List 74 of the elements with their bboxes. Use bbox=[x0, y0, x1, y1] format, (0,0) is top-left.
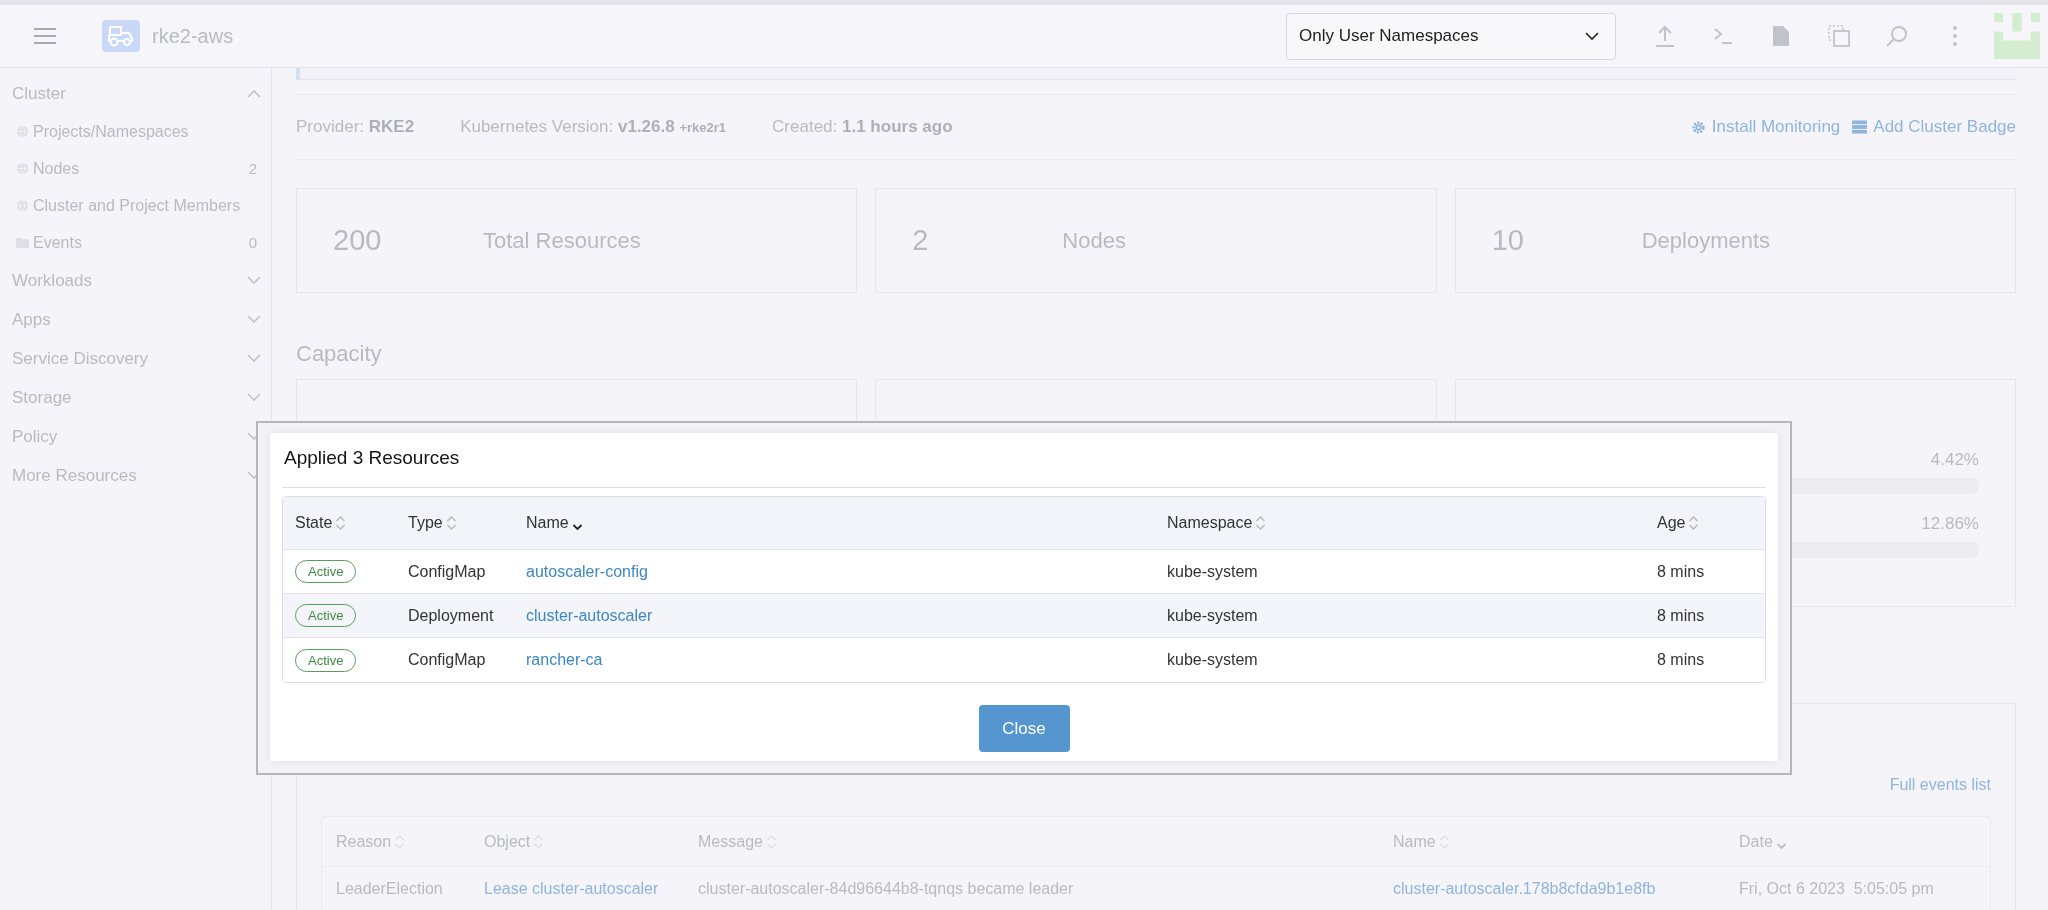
stat-label: Nodes bbox=[1062, 227, 1127, 254]
full-events-link[interactable]: Full events list bbox=[1889, 776, 1991, 794]
chevron-down-icon bbox=[247, 393, 261, 402]
chevron-down-icon bbox=[247, 315, 261, 324]
namespace-select[interactable]: Only User Namespaces bbox=[1286, 12, 1616, 60]
column-header[interactable]: Name bbox=[526, 514, 1167, 532]
name-link[interactable]: cluster-autoscaler.178b8cfda9b1e8fb bbox=[1393, 879, 1739, 898]
column-header[interactable]: Reason bbox=[336, 832, 484, 851]
sort-icon[interactable] bbox=[335, 515, 347, 531]
table-cell-text: kube-system bbox=[1167, 562, 1259, 581]
tractor-logo-icon[interactable] bbox=[102, 20, 140, 52]
column-header[interactable]: Age bbox=[1657, 514, 1765, 532]
dialog-title: Applied 3 Resources bbox=[282, 447, 1766, 488]
table-cell-text: 8 mins bbox=[1657, 562, 1706, 581]
column-header[interactable]: Namespace bbox=[1167, 514, 1657, 532]
column-header[interactable]: Type bbox=[408, 514, 526, 532]
stat-card[interactable]: 2 Nodes bbox=[875, 188, 1437, 293]
table-cell-text: kube-system bbox=[1167, 651, 1259, 669]
sidebar-group[interactable]: Policy bbox=[0, 417, 271, 456]
table-cell-text: kube-system bbox=[1167, 606, 1259, 625]
column-header[interactable]: State bbox=[295, 514, 408, 532]
sidebar-group[interactable]: Service Discovery bbox=[0, 339, 271, 378]
chevron-down-icon bbox=[247, 354, 261, 363]
avatar-icon[interactable] bbox=[1994, 13, 2040, 59]
column-header[interactable]: Object bbox=[484, 832, 698, 851]
stat-card[interactable]: 10 Deployments bbox=[1454, 188, 2016, 293]
table-cell-text: LeaderElection bbox=[336, 879, 444, 898]
table-cell-text: 8 mins bbox=[1657, 651, 1706, 669]
resource-link[interactable]: cluster-autoscaler bbox=[526, 606, 1167, 625]
stat-label: Total Resources bbox=[483, 227, 642, 254]
section-title: Capacity bbox=[296, 341, 383, 367]
table-cell-text: Fri, Oct 6 2023 5:05:05 pm bbox=[1739, 879, 1935, 898]
sidebar-group[interactable]: Cluster bbox=[0, 74, 271, 113]
sidebar-group[interactable]: More Resources bbox=[0, 456, 271, 495]
object-link[interactable]: Lease cluster-autoscaler bbox=[484, 879, 698, 898]
column-header[interactable]: Date bbox=[1739, 832, 1990, 851]
close-button[interactable]: Close bbox=[978, 705, 1070, 752]
list-icon bbox=[1852, 120, 1868, 134]
sidebar-item[interactable]: Projects/Namespaces bbox=[0, 113, 271, 150]
stat-count: 2 bbox=[912, 224, 930, 257]
sidebar-item[interactable]: Cluster and Project Members bbox=[0, 187, 271, 224]
table-cell-text: 8 mins bbox=[1657, 606, 1706, 625]
cluster-name: rke2-aws bbox=[152, 24, 235, 48]
chevron-up-icon bbox=[247, 89, 261, 98]
table-cell-text: cluster-autoscaler-84d96644b8-tqnqs became leader bbox=[698, 879, 1075, 898]
sidebar-item[interactable]: Nodes 2 bbox=[0, 150, 271, 187]
capacity-percent: 4.42% bbox=[1930, 450, 1979, 470]
sort-icon[interactable] bbox=[445, 515, 457, 531]
table-cell-text: Deployment bbox=[408, 606, 495, 625]
cluster-info: Kubernetes Version: v1.26.8 +rke2r1 bbox=[460, 117, 727, 137]
action-link[interactable]: Add Cluster Badge bbox=[1852, 117, 2016, 137]
action-link[interactable]: Install Monitoring bbox=[1690, 117, 1841, 137]
sidebar-group[interactable]: Apps bbox=[0, 300, 271, 339]
chevron-down-icon bbox=[247, 276, 261, 285]
table-cell-text: ConfigMap bbox=[408, 562, 487, 581]
chevron-down-icon bbox=[1585, 31, 1599, 41]
gear-icon bbox=[1690, 119, 1706, 135]
resource-link[interactable]: rancher-ca bbox=[526, 651, 1167, 669]
sidebar-group[interactable]: Workloads bbox=[0, 261, 271, 300]
sort-icon[interactable] bbox=[1255, 515, 1267, 531]
sidebar-item[interactable]: Events 0 bbox=[0, 224, 271, 261]
cluster-info: Created: 1.1 hours ago bbox=[772, 117, 953, 137]
stat-card[interactable]: 200 Total Resources bbox=[296, 188, 858, 293]
resource-link[interactable]: autoscaler-config bbox=[526, 562, 1167, 581]
cluster-info: Provider: RKE2 bbox=[296, 117, 415, 137]
sort-icon[interactable] bbox=[1688, 515, 1700, 531]
table-cell-text: ConfigMap bbox=[408, 651, 487, 669]
stat-label: Deployments bbox=[1641, 227, 1772, 254]
stat-count: 200 bbox=[333, 224, 383, 257]
capacity-percent: 12.86% bbox=[1921, 514, 1979, 534]
sidebar-group[interactable]: Storage bbox=[0, 378, 271, 417]
stat-count: 10 bbox=[1491, 224, 1525, 257]
column-header[interactable]: Message bbox=[698, 832, 1393, 851]
column-header[interactable]: Name bbox=[1393, 832, 1739, 851]
